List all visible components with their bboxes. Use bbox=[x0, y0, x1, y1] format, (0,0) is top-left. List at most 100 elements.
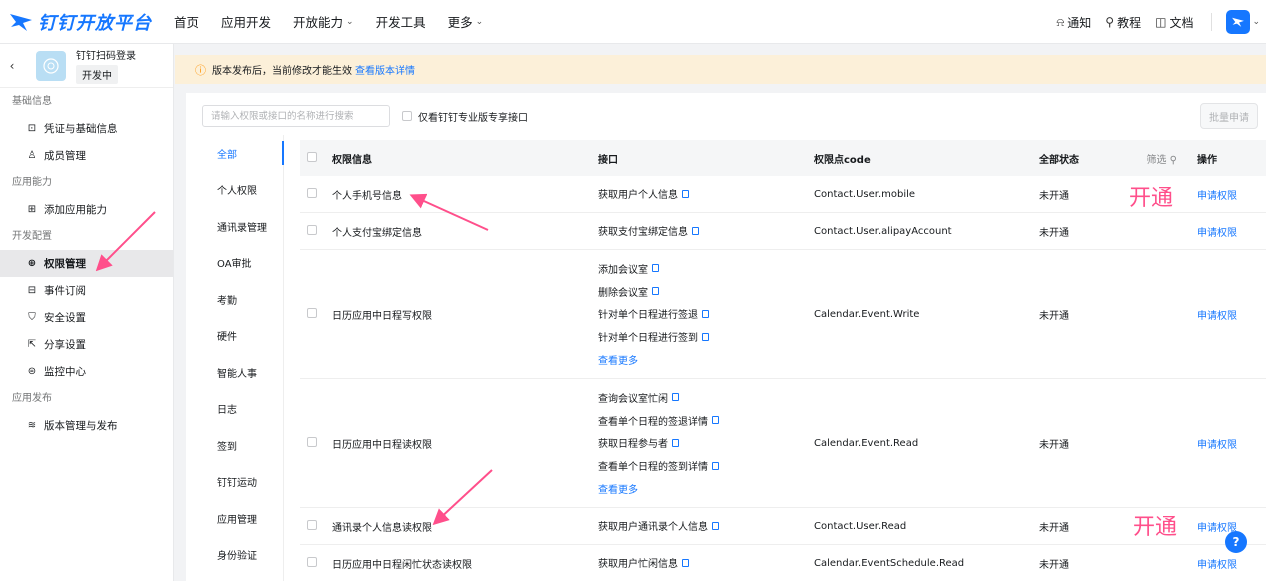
sidebar-item-member[interactable]: ♙ 成员管理 bbox=[0, 142, 173, 169]
tutorial-link[interactable]: ⚲ 教程 bbox=[1105, 14, 1141, 31]
sidebar-group-title: 基础信息 bbox=[12, 96, 52, 107]
table-row: 日历应用中日程读权限 查询会议室忙闲 查看单个日程的签退详情 获取日程参与者 查看单个日… bbox=[300, 379, 1266, 508]
header-code: 权限点code bbox=[814, 154, 871, 166]
view-more-link[interactable]: 查看更多 bbox=[598, 477, 814, 500]
user-avatar[interactable] bbox=[1226, 10, 1251, 34]
notice-bar: ⓘ 版本发布后，当前修改才能生效 查看版本详情 bbox=[175, 55, 1266, 84]
docs-link[interactable]: ◫ 文档 bbox=[1155, 14, 1193, 31]
checkbox[interactable] bbox=[402, 111, 412, 121]
sidebar-group-title: 应用发布 bbox=[12, 393, 52, 404]
doc-link-icon[interactable] bbox=[692, 226, 699, 235]
nav-item-3[interactable]: 开发工具 bbox=[376, 12, 426, 31]
select-all-checkbox[interactable] bbox=[307, 151, 317, 162]
dingtalk-logo-icon bbox=[10, 13, 32, 31]
sidebar-item-label: 分享设置 bbox=[44, 339, 86, 351]
api-name: 查询会议室忙闲 bbox=[598, 393, 668, 405]
perm-status: 未开通 bbox=[1039, 310, 1069, 322]
apply-permission-link[interactable]: 申请权限 bbox=[1197, 187, 1266, 202]
sidebar-item-shield[interactable]: ⛉ 安全设置 bbox=[0, 304, 173, 331]
perm-code: Contact.User.mobile bbox=[814, 188, 916, 200]
doc-link-icon[interactable] bbox=[712, 461, 719, 470]
perm-status: 未开通 bbox=[1039, 227, 1069, 239]
view-more-link[interactable]: 查看更多 bbox=[598, 348, 814, 371]
sidebar-item-layers[interactable]: ≋ 版本管理与发布 bbox=[0, 412, 173, 439]
apply-permission-link[interactable]: 申请权限 bbox=[1197, 307, 1266, 322]
sidebar-item-monitor[interactable]: ⊜ 监控中心 bbox=[0, 358, 173, 385]
perm-code: Contact.User.Read bbox=[814, 520, 907, 532]
category-tab[interactable]: 硬件 bbox=[186, 318, 283, 355]
api-item: 获取用户通讯录个人信息 bbox=[598, 515, 814, 538]
back-arrow-icon[interactable]: ‹ bbox=[0, 59, 24, 73]
permission-panel: 仅看钉钉专业版专享接口 批量申请 全部个人权限通讯录管理OA审批考勤硬件智能人事… bbox=[186, 93, 1266, 581]
row-checkbox[interactable] bbox=[307, 556, 317, 567]
category-tab[interactable]: 签到 bbox=[186, 427, 283, 464]
doc-link-icon[interactable] bbox=[682, 558, 689, 567]
api-item: 针对单个日程进行签退 bbox=[598, 303, 814, 326]
row-checkbox[interactable] bbox=[307, 519, 317, 530]
nav-item-4[interactable]: 更多 ⌄ bbox=[448, 12, 484, 31]
help-button[interactable]: ? bbox=[1225, 531, 1247, 553]
category-tab[interactable]: 应用管理 bbox=[186, 500, 283, 537]
nav-label: 更多 bbox=[447, 15, 473, 30]
notify-link[interactable]: ⍾ 通知 bbox=[1056, 14, 1091, 31]
doc-link-icon[interactable] bbox=[702, 332, 709, 341]
logo[interactable]: 钉钉开放平台 bbox=[8, 0, 152, 44]
category-tab[interactable]: 智能人事 bbox=[186, 354, 283, 391]
apply-permission-link[interactable]: 申请权限 bbox=[1197, 556, 1266, 571]
category-tab[interactable]: 考勤 bbox=[186, 281, 283, 318]
doc-link-icon[interactable] bbox=[712, 521, 719, 530]
api-item: 查看单个日程的签到详情 bbox=[598, 454, 814, 477]
perm-name: 日历应用中日程读权限 bbox=[332, 439, 432, 451]
category-tab[interactable]: OA审批 bbox=[186, 245, 283, 282]
row-checkbox[interactable] bbox=[307, 187, 317, 198]
category-tab[interactable]: 身份验证 bbox=[186, 537, 283, 574]
shield-icon: ⛉ bbox=[28, 312, 36, 323]
category-tab[interactable]: 通讯录管理 bbox=[186, 208, 283, 245]
doc-link-icon[interactable] bbox=[652, 264, 659, 273]
notice-text: 版本发布后，当前修改才能生效 bbox=[212, 66, 352, 77]
search-icon: ⚲ bbox=[1169, 154, 1177, 166]
status-filter[interactable]: 筛选 ⚲ bbox=[1146, 151, 1177, 166]
perm-status: 未开通 bbox=[1039, 190, 1069, 202]
sidebar-item-share[interactable]: ⇱ 分享设置 bbox=[0, 331, 173, 358]
top-right-actions: ⍾ 通知 ⚲ 教程 ◫ 文档 ⌄ bbox=[1056, 0, 1266, 44]
search-input[interactable] bbox=[202, 105, 390, 127]
view-version-link[interactable]: 查看版本详情 bbox=[355, 62, 415, 77]
sidebar-item-permission[interactable]: ⊕ 权限管理 bbox=[0, 250, 173, 277]
doc-link-icon[interactable] bbox=[712, 416, 719, 425]
nav-label: 首页 bbox=[174, 15, 200, 30]
sidebar-item-add-capability[interactable]: ⊞ 添加应用能力 bbox=[0, 196, 173, 223]
doc-link-icon[interactable] bbox=[672, 438, 679, 447]
sidebar-item-credential[interactable]: ⊡ 凭证与基础信息 bbox=[0, 115, 173, 142]
doc-link-icon[interactable] bbox=[672, 393, 679, 402]
nav-item-2[interactable]: 开放能力 ⌄ bbox=[293, 12, 354, 31]
credential-icon: ⊡ bbox=[27, 123, 37, 134]
apply-permission-link[interactable]: 申请权限 bbox=[1197, 224, 1266, 239]
header-status[interactable]: 全部状态 筛选 ⚲ bbox=[1039, 151, 1197, 166]
apply-permission-link[interactable]: 申请权限 bbox=[1197, 436, 1266, 451]
category-tab[interactable]: 个人权限 bbox=[186, 172, 283, 209]
row-checkbox[interactable] bbox=[307, 436, 317, 447]
batch-apply-button[interactable]: 批量申请 bbox=[1200, 103, 1258, 129]
doc-link-icon[interactable] bbox=[682, 189, 689, 198]
api-name: 添加会议室 bbox=[598, 264, 648, 276]
only-pro-checkbox[interactable]: 仅看钉钉专业版专享接口 bbox=[402, 109, 528, 124]
nav-item-1[interactable]: 应用开发 bbox=[221, 12, 271, 31]
perm-code: Contact.User.alipayAccount bbox=[814, 225, 952, 237]
nav-item-0[interactable]: 首页 bbox=[174, 12, 199, 31]
header-perm: 权限信息 bbox=[332, 154, 372, 166]
category-tab[interactable]: 日志 bbox=[186, 391, 283, 428]
doc-link-icon[interactable] bbox=[702, 309, 709, 318]
category-tab[interactable]: 钉钉运动 bbox=[186, 464, 283, 501]
chevron-down-icon[interactable]: ⌄ bbox=[1252, 17, 1260, 27]
category-tab[interactable]: 全部 bbox=[186, 135, 284, 172]
row-checkbox[interactable] bbox=[307, 224, 317, 235]
logo-text: 钉钉开放平台 bbox=[38, 12, 152, 34]
permission-icon: ⊕ bbox=[27, 258, 37, 269]
doc-link-icon[interactable] bbox=[652, 287, 659, 296]
filter-row: 仅看钉钉专业版专享接口 bbox=[202, 105, 528, 127]
table-body: 个人手机号信息 获取用户个人信息 Contact.User.mobile 未开通 申请权… bbox=[300, 176, 1266, 581]
top-navbar: 钉钉开放平台 首页 应用开发 开放能力 ⌄ 开发工具 更多 ⌄ ⍾ 通知 ⚲ 教程 ◫ 文档… bbox=[0, 0, 1266, 44]
row-checkbox[interactable] bbox=[307, 307, 317, 318]
sidebar-item-event[interactable]: ⊟ 事件订阅 bbox=[0, 277, 173, 304]
